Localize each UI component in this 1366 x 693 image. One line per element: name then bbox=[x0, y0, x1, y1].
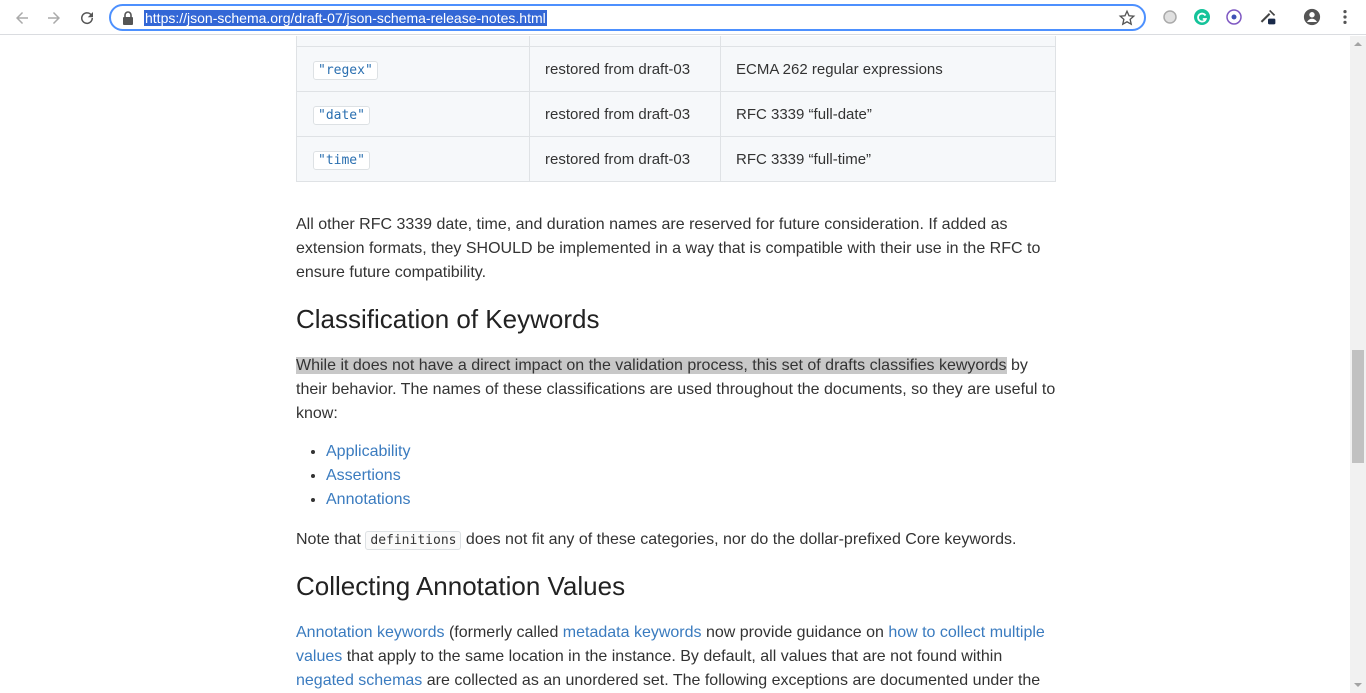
link-metadata-keywords[interactable]: metadata keywords bbox=[563, 624, 702, 641]
lock-icon bbox=[123, 11, 133, 25]
list-item: Assertions bbox=[326, 464, 411, 488]
classification-paragraph: While it does not have a direct impact o… bbox=[296, 354, 1056, 426]
arrow-right-icon bbox=[48, 12, 60, 24]
link-annotations[interactable]: Annotations bbox=[326, 491, 411, 508]
reload-icon bbox=[81, 12, 94, 25]
forward-button[interactable] bbox=[42, 6, 66, 30]
definitions-code: definitions bbox=[365, 531, 462, 550]
format-code: "regex" bbox=[313, 60, 378, 80]
link-negated-schemas[interactable]: negated schemas bbox=[296, 672, 422, 689]
scroll-down-arrow-icon[interactable] bbox=[1350, 677, 1366, 693]
format-cell: "time" bbox=[296, 136, 530, 182]
description-cell: RFC 3339 “full-time” bbox=[720, 136, 1056, 182]
selected-text[interactable]: While it does not have a direct impact o… bbox=[296, 357, 1007, 374]
reload-button[interactable] bbox=[75, 6, 99, 30]
status-cell: restored from draft-03 bbox=[529, 91, 721, 137]
list-item: Applicability bbox=[326, 440, 411, 464]
table-row: "time" restored from draft-03 RFC 3339 “… bbox=[296, 136, 1056, 182]
link-annotation-keywords[interactable]: Annotation keywords bbox=[296, 624, 445, 641]
formats-table: "regex" restored from draft-03 ECMA 262 … bbox=[296, 36, 1056, 182]
classification-list: Applicability Assertions Annotations bbox=[326, 440, 411, 512]
description-cell: RFC 3339 “full-date” bbox=[720, 91, 1056, 137]
page-content: "regex" restored from draft-03 ECMA 262 … bbox=[0, 36, 1350, 693]
format-cell: "regex" bbox=[296, 46, 530, 92]
extension-tools-icon[interactable] bbox=[1259, 8, 1277, 26]
browser-toolbar: https://json-schema.org/draft-07/json-sc… bbox=[0, 0, 1366, 35]
url-text[interactable]: https://json-schema.org/draft-07/json-sc… bbox=[144, 10, 547, 26]
format-cell: "date" bbox=[296, 91, 530, 137]
profile-avatar-icon[interactable] bbox=[1303, 8, 1321, 26]
format-code: "time" bbox=[313, 150, 370, 170]
extension-circle-icon[interactable] bbox=[1161, 8, 1179, 26]
table-row: "date" restored from draft-03 RFC 3339 “… bbox=[296, 91, 1056, 137]
grammarly-icon[interactable] bbox=[1193, 8, 1211, 26]
vertical-scrollbar[interactable] bbox=[1350, 36, 1366, 693]
description-cell: ECMA 262 regular expressions bbox=[720, 46, 1056, 92]
scrollbar-thumb[interactable] bbox=[1352, 350, 1364, 463]
status-cell: restored from draft-03 bbox=[529, 46, 721, 92]
classification-heading: Classification of Keywords bbox=[296, 304, 600, 334]
scroll-up-arrow-icon[interactable] bbox=[1350, 36, 1366, 52]
arrow-left-icon bbox=[16, 12, 28, 24]
table-row: "regex" restored from draft-03 ECMA 262 … bbox=[296, 46, 1056, 92]
definitions-note: Note that definitions does not fit any o… bbox=[296, 531, 1017, 550]
collecting-paragraph: Annotation keywords (formerly called met… bbox=[296, 624, 1045, 689]
reserved-names-paragraph: All other RFC 3339 date, time, and durat… bbox=[296, 216, 1041, 281]
link-assertions[interactable]: Assertions bbox=[326, 467, 401, 484]
format-code: "date" bbox=[313, 105, 370, 125]
extension-target-icon[interactable] bbox=[1225, 8, 1243, 26]
more-menu-icon[interactable] bbox=[1336, 8, 1354, 26]
table-row bbox=[296, 36, 1056, 47]
address-bar[interactable]: https://json-schema.org/draft-07/json-sc… bbox=[109, 4, 1146, 31]
collecting-heading: Collecting Annotation Values bbox=[296, 571, 626, 601]
link-applicability[interactable]: Applicability bbox=[326, 443, 410, 460]
bookmark-star-icon[interactable] bbox=[1118, 9, 1136, 27]
list-item: Annotations bbox=[326, 488, 411, 512]
status-cell: restored from draft-03 bbox=[529, 136, 721, 182]
back-button[interactable] bbox=[10, 6, 34, 30]
